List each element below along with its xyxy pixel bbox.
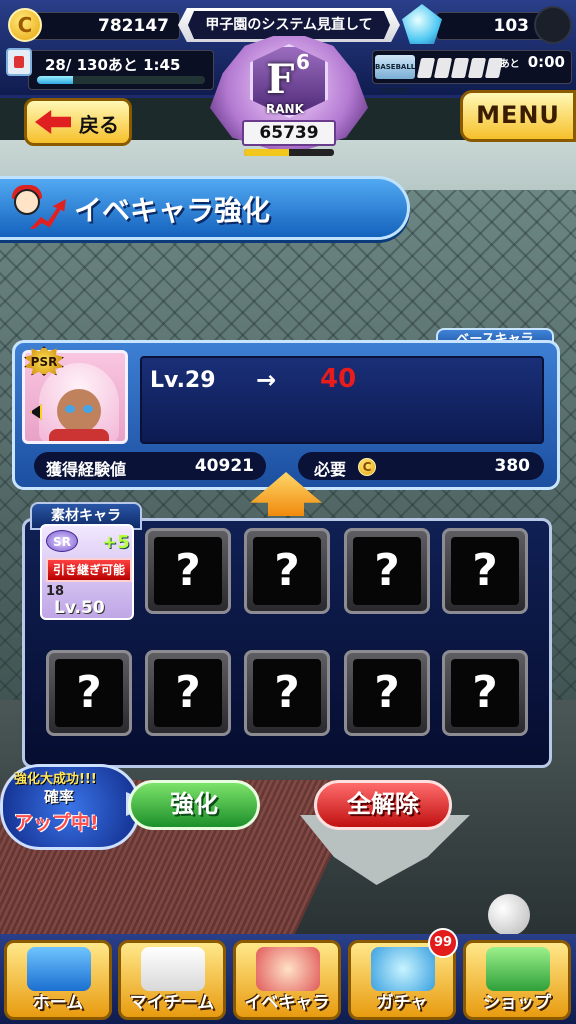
- material-number: 18: [46, 584, 65, 599]
- stamina-bar-fill: [37, 76, 74, 84]
- rank-label: RANK: [266, 102, 304, 116]
- ticket-slot: [416, 58, 436, 78]
- sr-rarity-badge: SR: [46, 530, 78, 552]
- gacha-icon: [371, 947, 435, 991]
- nav-my-team[interactable]: マイチーム: [118, 940, 226, 1020]
- rank-letter: F: [266, 56, 295, 103]
- cost-coin-icon: C: [358, 458, 376, 476]
- nav-shop[interactable]: ショップ: [463, 940, 571, 1020]
- current-level: Lv.29: [150, 368, 216, 393]
- empty-slot-symbol: ?: [253, 659, 321, 727]
- coin-counter: 782147: [30, 12, 180, 40]
- material-plus: +5: [102, 532, 130, 553]
- exp-value: 40921: [194, 456, 254, 476]
- exp-label: 獲得経験値: [46, 460, 127, 479]
- back-button[interactable]: 戻る: [24, 98, 132, 146]
- ticket-meter: BASEBALL TICKET あと 0:00: [372, 50, 572, 95]
- baseball: [488, 894, 530, 936]
- nav-event-chara[interactable]: イベキャラ: [233, 940, 341, 1020]
- rank-points: 65739: [242, 120, 336, 146]
- page-title-bar: イベキャラ強化: [0, 176, 410, 240]
- empty-slot-symbol: ?: [353, 537, 421, 605]
- bonus-line-1: 強化大成功!!!: [14, 772, 97, 787]
- empty-material-slot[interactable]: ?: [442, 650, 528, 736]
- level-arrow: →: [256, 366, 277, 394]
- empty-slot-symbol: ?: [353, 659, 421, 727]
- nav-gacha-label: ガチャ: [376, 993, 428, 1013]
- nav-home[interactable]: ホーム: [4, 940, 112, 1020]
- empty-material-slot[interactable]: ?: [344, 650, 430, 736]
- ticket-icon: BASEBALL TICKET: [375, 55, 415, 95]
- team-icon: [141, 947, 205, 991]
- bonus-line-3: アップ中!: [14, 812, 99, 834]
- coin-icon: C: [8, 8, 42, 42]
- bonus-line-2: 確率: [44, 788, 75, 806]
- cost-value: 380: [494, 456, 531, 476]
- empty-material-slot[interactable]: ?: [145, 650, 231, 736]
- empty-slot-symbol: ?: [253, 537, 321, 605]
- stamina-icon: [6, 48, 32, 76]
- rank-progress-bar: [244, 149, 334, 156]
- ticket-slot: [450, 58, 470, 78]
- next-level: 40: [320, 364, 357, 394]
- stamina-text: 28/ 130あと 1:45: [45, 56, 181, 74]
- rank-sub: 6: [296, 50, 310, 74]
- inherit-badge: 引き継ぎ可能: [46, 558, 132, 582]
- empty-slot-symbol: ?: [154, 537, 222, 605]
- nav-shop-label: ショップ: [483, 993, 551, 1013]
- ticket-slots: [416, 58, 504, 78]
- stamina-meter: 28/ 130あと 1:45: [28, 50, 214, 90]
- coin-amount: 782147: [98, 16, 169, 36]
- ticket-timer: あと 0:00: [500, 53, 565, 71]
- ticket-slot: [433, 58, 453, 78]
- empty-material-slot[interactable]: ?: [244, 650, 330, 736]
- bonus-rate-badge: 強化大成功!!! 確率 アップ中!: [0, 764, 154, 850]
- material-chara-card[interactable]: SR +5 引き継ぎ可能 18 Lv.50: [40, 524, 134, 620]
- back-label: 戻る: [79, 113, 119, 137]
- ticket-remaining-label: あと: [499, 59, 520, 70]
- gem-counter: 103: [436, 12, 546, 40]
- release-all-button[interactable]: 全解除: [314, 780, 452, 830]
- back-arrow-icon: [35, 110, 71, 134]
- empty-material-slot[interactable]: ?: [344, 528, 430, 614]
- level-up-icon: [8, 185, 66, 233]
- event-chara-icon: [256, 947, 320, 991]
- notice-text: 甲子園のシステム見直して: [188, 11, 390, 39]
- stamina-bar: [37, 76, 205, 84]
- empty-slot-symbol: ?: [451, 537, 519, 605]
- page-title: イベキャラ強化: [74, 194, 271, 227]
- ticket-slot: [467, 58, 487, 78]
- ticket-time-value: 0:00: [527, 53, 565, 71]
- enhance-button[interactable]: 強化: [128, 780, 260, 830]
- empty-material-slot[interactable]: ?: [442, 528, 528, 614]
- empty-slot-symbol: ?: [451, 659, 519, 727]
- special-gem-icon[interactable]: [534, 6, 572, 44]
- empty-material-slot[interactable]: ?: [46, 650, 132, 736]
- rank-progress-fill: [244, 149, 289, 156]
- home-icon: [27, 947, 91, 991]
- empty-slot-symbol: ?: [55, 659, 123, 727]
- nav-event-chara-label: イベキャラ: [244, 993, 330, 1013]
- shop-icon: [486, 947, 550, 991]
- empty-slot-symbol: ?: [154, 659, 222, 727]
- nav-home-label: ホーム: [32, 993, 84, 1013]
- empty-material-slot[interactable]: ?: [244, 528, 330, 614]
- rank-emblem[interactable]: F 6 RANK 65739: [210, 36, 368, 160]
- cost-label: 必要: [314, 460, 347, 479]
- gacha-notification-badge: 99: [428, 928, 458, 958]
- gem-amount: 103: [493, 16, 530, 36]
- nav-my-team-label: マイチーム: [129, 993, 215, 1013]
- menu-button[interactable]: MENU: [460, 90, 576, 142]
- material-level: Lv.50: [54, 598, 105, 618]
- empty-material-slot[interactable]: ?: [145, 528, 231, 614]
